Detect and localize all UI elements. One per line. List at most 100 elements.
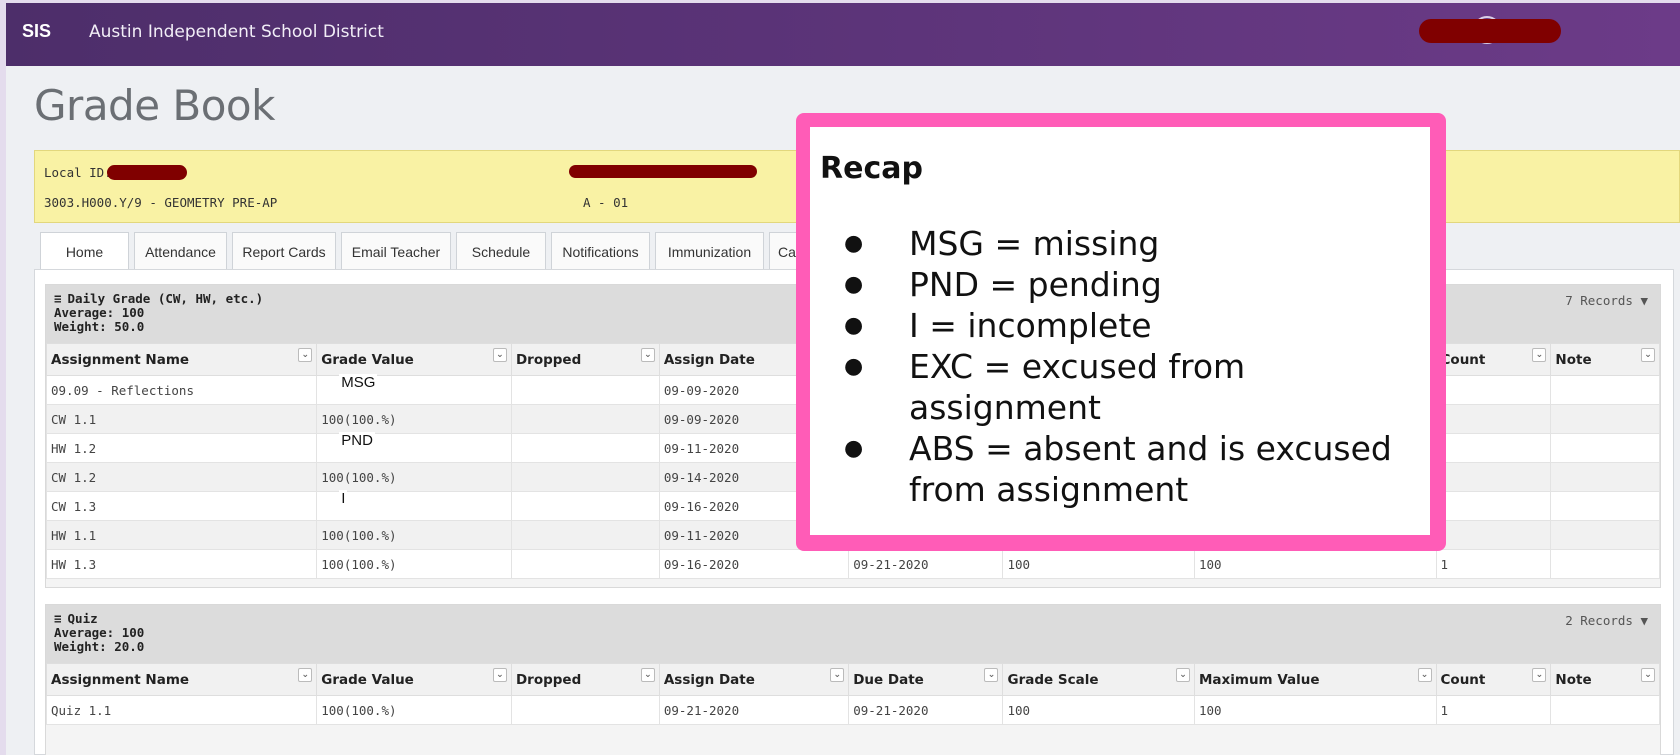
note-cell xyxy=(1550,404,1660,434)
due-date-cell: 09-21-2020 xyxy=(848,695,1004,725)
chevron-down-icon[interactable]: ⌄ xyxy=(298,668,313,682)
grade-value-cell: I xyxy=(316,490,512,521)
grade-value-cell: MSG xyxy=(316,374,512,405)
chevron-down-icon[interactable]: ⌄ xyxy=(1532,668,1547,682)
col-count[interactable]: Count ⌄ xyxy=(1435,343,1552,376)
note-cell xyxy=(1550,433,1660,463)
records-count[interactable]: 2 Records ▼ xyxy=(1565,614,1648,628)
section-weight: Weight: 20.0 xyxy=(54,639,145,654)
dropped-cell xyxy=(510,549,660,579)
chevron-down-icon[interactable]: ⌄ xyxy=(1176,668,1190,682)
redacted-user-name xyxy=(1419,19,1561,43)
assign-date-cell: 09-21-2020 xyxy=(658,695,850,725)
menu-icon[interactable]: ≡ xyxy=(54,611,62,626)
recap-item: ABS = absent and is excused from assignm… xyxy=(844,428,1424,510)
assignment-name-cell: HW 1.3 xyxy=(45,549,318,579)
col-assignment-name[interactable]: Assignment Name ⌄ xyxy=(45,343,318,376)
note-cell xyxy=(1550,375,1660,405)
grade-status-mark: PND xyxy=(339,432,375,449)
section-header[interactable]: ≡ Quiz Average: 100 Weight: 20.0 2 Record… xyxy=(46,605,1660,663)
col-grade-value[interactable]: Grade Value ⌄ xyxy=(316,663,512,696)
recap-item: EXC = excused from assignment xyxy=(844,346,1424,428)
chevron-down-icon[interactable]: ⌄ xyxy=(1417,668,1432,682)
recap-list: MSG = missing PND = pending I = incomple… xyxy=(844,223,1424,510)
grade-status-mark: MSG xyxy=(339,374,378,391)
count-cell: 1 xyxy=(1435,549,1552,579)
course-name: 3003.H000.Y/9 - GEOMETRY PRE-AP xyxy=(44,195,278,210)
page-title: Grade Book xyxy=(34,81,275,130)
records-count[interactable]: 7 Records ▼ xyxy=(1565,294,1648,308)
section-code: A - 01 xyxy=(583,195,629,210)
tab-notifications[interactable]: Notifications xyxy=(551,232,650,270)
assignment-name-cell: CW 1.2 xyxy=(45,462,318,492)
tab-schedule[interactable]: Schedule xyxy=(456,232,546,270)
tab-immunization[interactable]: Immunization xyxy=(655,232,764,270)
chevron-down-icon[interactable]: ⌄ xyxy=(492,668,507,682)
grade-value-cell: PND xyxy=(316,432,512,463)
assignment-name-cell: CW 1.3 xyxy=(45,491,318,521)
recap-callout: Recap MSG = missing PND = pending I = in… xyxy=(796,113,1446,551)
assignment-name-cell: CW 1.1 xyxy=(45,404,318,434)
note-cell xyxy=(1550,491,1660,521)
chevron-down-icon[interactable]: ⌄ xyxy=(984,668,999,682)
assignment-name-cell: HW 1.1 xyxy=(45,520,318,550)
assignment-name-cell: HW 1.2 xyxy=(45,433,318,463)
assign-date-cell: 09-16-2020 xyxy=(658,549,850,579)
tab-report-cards[interactable]: Report Cards xyxy=(232,232,336,270)
section-average: Average: 100 xyxy=(54,625,145,640)
count-cell xyxy=(1435,462,1552,492)
menu-icon[interactable]: ≡ xyxy=(54,291,62,306)
chevron-down-icon[interactable]: ⌄ xyxy=(640,348,655,362)
table-row[interactable]: HW 1.3 100(100.%) 09-16-2020 09-21-2020 100 1… xyxy=(45,549,1660,579)
table-row[interactable]: Quiz 1.1 100(100.%) 09-21-2020 09-21-2020 10… xyxy=(45,695,1660,725)
count-cell xyxy=(1435,404,1552,434)
chevron-down-icon[interactable]: ⌄ xyxy=(830,668,845,682)
col-assign-date[interactable]: Assign Date⌄ xyxy=(658,663,850,696)
tab-home[interactable]: Home xyxy=(40,232,129,270)
col-grade-value[interactable]: Grade Value ⌄ xyxy=(316,343,512,376)
recap-title: Recap xyxy=(820,151,923,186)
dropped-cell xyxy=(510,404,660,434)
col-grade-scale[interactable]: Grade Scale ⌄ xyxy=(1002,663,1195,696)
top-navbar: SIS Austin Independent School District ? xyxy=(6,3,1680,66)
chevron-down-icon[interactable]: ⌄ xyxy=(640,668,655,682)
grade-status-mark: I xyxy=(339,490,348,507)
col-count[interactable]: Count ⌄ xyxy=(1435,663,1552,696)
chevron-down-icon[interactable]: ⌄ xyxy=(1532,348,1547,362)
note-cell xyxy=(1550,695,1660,725)
col-dropped[interactable]: Dropped ⌄ xyxy=(510,343,660,376)
grade-value-cell: 100(100.%) xyxy=(316,462,512,492)
dropped-cell xyxy=(510,491,660,521)
grade-value-cell: 100(100.%) xyxy=(316,695,512,725)
count-cell xyxy=(1435,520,1552,550)
tab-email-teacher[interactable]: Email Teacher xyxy=(341,232,451,270)
tab-attendance[interactable]: Attendance xyxy=(134,232,227,270)
page: SIS Austin Independent School District ?… xyxy=(6,3,1680,755)
local-id-label: Local ID: xyxy=(44,165,112,180)
col-maximum-value[interactable]: Maximum Value ⌄ xyxy=(1194,663,1437,696)
maximum-value-cell: 100 xyxy=(1194,549,1437,579)
chevron-down-icon[interactable]: ⌄ xyxy=(1641,348,1655,362)
note-cell xyxy=(1550,549,1660,579)
grade-value-cell: 100(100.%) xyxy=(316,404,512,434)
chevron-down-icon[interactable]: ⌄ xyxy=(1641,668,1655,682)
quiz-table: Assignment Name ⌄ Grade Value ⌄ Dropped ⌄ A… xyxy=(45,663,1660,725)
recap-item: PND = pending xyxy=(844,264,1424,305)
chevron-down-icon[interactable]: ⌄ xyxy=(492,348,507,362)
note-cell xyxy=(1550,520,1660,550)
chevron-down-icon[interactable]: ⌄ xyxy=(298,348,313,362)
col-note[interactable]: Note ⌄ xyxy=(1550,343,1660,376)
redacted-student-name xyxy=(569,165,757,178)
col-note[interactable]: Note ⌄ xyxy=(1550,663,1660,696)
brand-logo[interactable]: SIS xyxy=(22,21,51,42)
col-dropped[interactable]: Dropped ⌄ xyxy=(510,663,660,696)
dropped-cell xyxy=(510,695,660,725)
assignment-name-cell: 09.09 - Reflections xyxy=(45,375,318,405)
dropped-cell xyxy=(510,520,660,550)
dropped-cell xyxy=(510,433,660,463)
count-cell xyxy=(1435,491,1552,521)
section-title: Daily Grade (CW, HW, etc.) xyxy=(67,291,264,306)
col-assignment-name[interactable]: Assignment Name ⌄ xyxy=(45,663,318,696)
section-title: Quiz xyxy=(67,611,98,626)
col-due-date[interactable]: Due Date ⌄ xyxy=(848,663,1004,696)
